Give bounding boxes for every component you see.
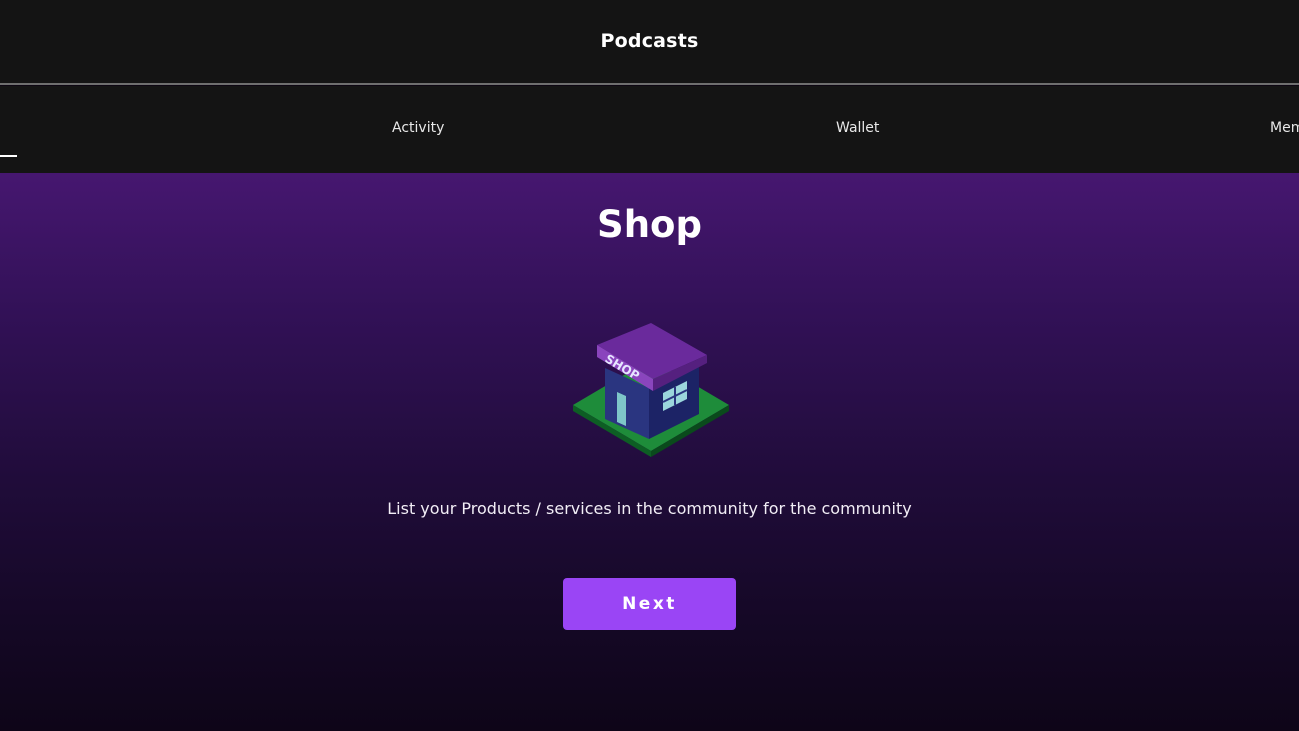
- shop-description: List your Products / services in the com…: [387, 499, 912, 518]
- shop-onboarding-panel: Shop SHOP List your Products / services …: [0, 173, 1299, 731]
- top-header: Podcasts: [0, 0, 1299, 85]
- tab-members[interactable]: Mem: [1270, 120, 1299, 136]
- tab-wallet[interactable]: Wallet: [836, 120, 879, 136]
- tab-activity[interactable]: Activity: [392, 120, 444, 136]
- next-button[interactable]: Next: [563, 578, 736, 630]
- shop-building-icon: SHOP: [573, 323, 729, 457]
- shop-heading: Shop: [597, 203, 702, 246]
- tab-bar: Activity Wallet Mem: [0, 86, 1299, 173]
- active-tab-indicator: [0, 155, 17, 157]
- page-title: Podcasts: [600, 30, 699, 52]
